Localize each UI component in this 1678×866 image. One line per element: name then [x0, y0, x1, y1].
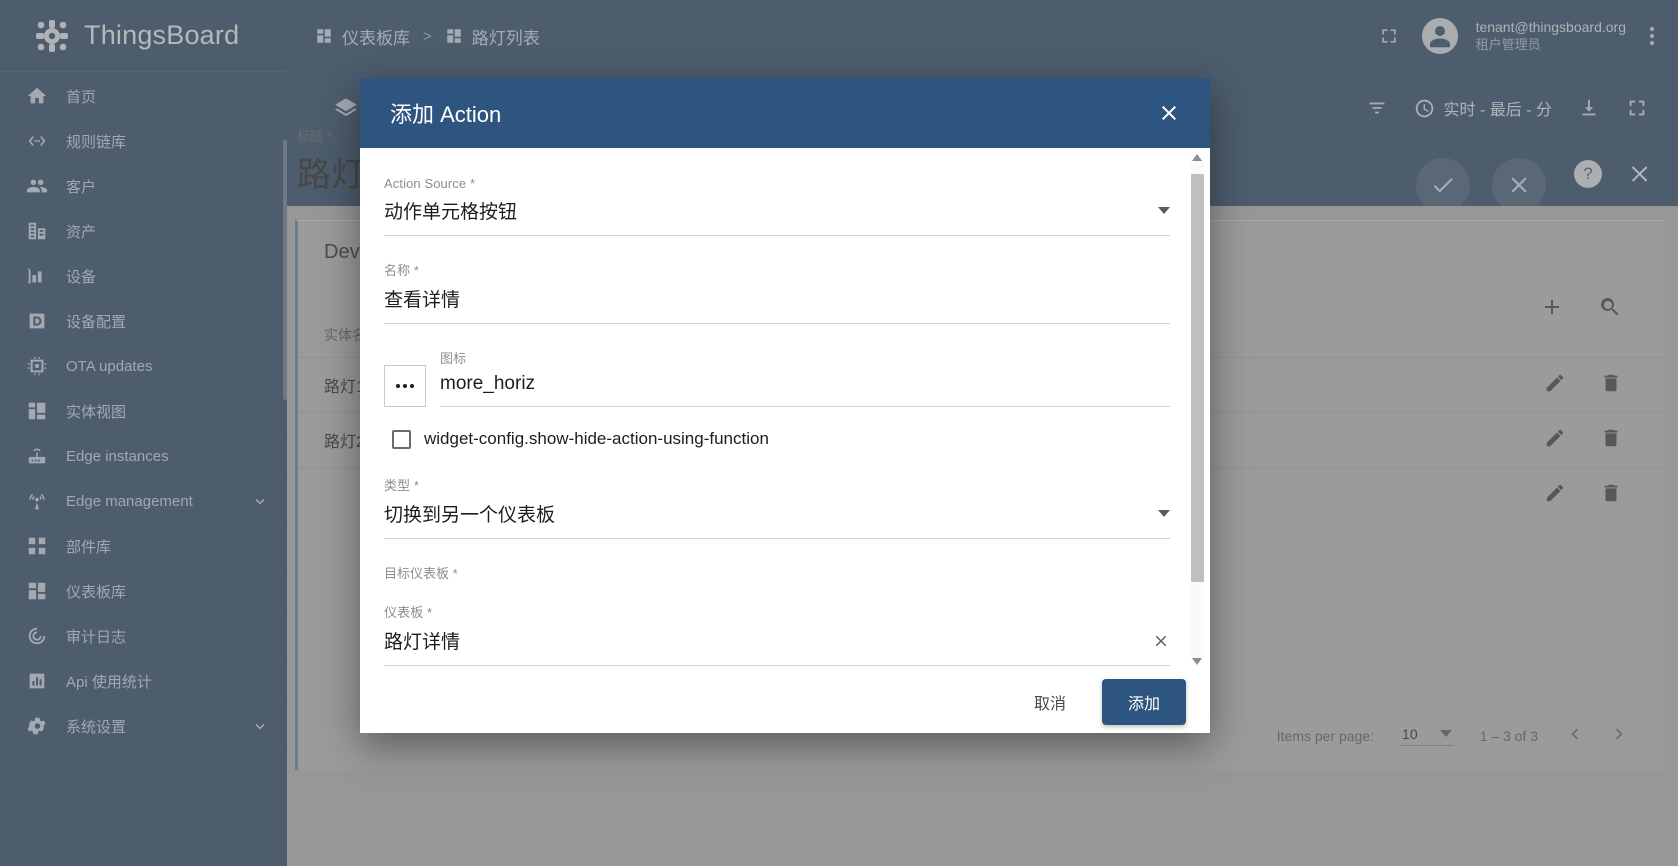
- dashboard-value: 路灯详情: [384, 627, 1152, 654]
- action-source-select[interactable]: 动作单元格按钮: [384, 197, 1170, 236]
- type-value: 切换到另一个仪表板: [384, 500, 1158, 527]
- add-action-dialog: 添加 Action Action Source * 动作单元格按钮 名称 * 查…: [360, 78, 1210, 733]
- icon-value: more_horiz: [440, 373, 1170, 395]
- icon-input[interactable]: more_horiz: [440, 373, 1170, 407]
- show-hide-function-row[interactable]: widget-config.show-hide-action-using-fun…: [392, 429, 1170, 449]
- action-source-value: 动作单元格按钮: [384, 197, 1158, 224]
- show-hide-function-checkbox[interactable]: [392, 430, 411, 449]
- dashboard-field[interactable]: 仪表板 * 路灯详情: [384, 602, 1170, 666]
- icon-field-row: 图标 more_horiz: [384, 348, 1170, 407]
- scroll-down-arrow-icon[interactable]: [1192, 658, 1202, 665]
- type-label: 类型 *: [384, 475, 1170, 494]
- cancel-button[interactable]: 取消: [1016, 680, 1084, 724]
- more-horiz-dots: [396, 384, 414, 388]
- name-field[interactable]: 名称 * 查看详情: [384, 260, 1170, 324]
- show-hide-function-label: widget-config.show-hide-action-using-fun…: [424, 429, 769, 449]
- dialog-header: 添加 Action: [360, 78, 1210, 148]
- add-button[interactable]: 添加: [1102, 679, 1186, 725]
- name-value: 查看详情: [384, 285, 1170, 312]
- dialog-scrollbar-thumb[interactable]: [1191, 174, 1204, 582]
- chevron-down-icon[interactable]: [1158, 510, 1170, 517]
- type-select[interactable]: 切换到另一个仪表板: [384, 500, 1170, 539]
- action-source-label: Action Source *: [384, 176, 1170, 191]
- more-horiz-icon[interactable]: [384, 365, 426, 407]
- action-source-field[interactable]: Action Source * 动作单元格按钮: [384, 176, 1170, 236]
- name-input[interactable]: 查看详情: [384, 285, 1170, 324]
- chevron-down-icon[interactable]: [1158, 207, 1170, 214]
- icon-label: 图标: [440, 348, 1170, 367]
- dashboard-autocomplete[interactable]: 路灯详情: [384, 627, 1170, 666]
- name-label: 名称 *: [384, 260, 1170, 279]
- dashboard-label: 仪表板 *: [384, 602, 1170, 621]
- scroll-up-arrow-icon[interactable]: [1192, 154, 1202, 161]
- close-icon[interactable]: [1152, 632, 1170, 650]
- dialog-title: 添加 Action: [390, 97, 501, 129]
- type-field[interactable]: 类型 * 切换到另一个仪表板: [384, 475, 1170, 539]
- target-dashboard-group-label: 目标仪表板 *: [384, 563, 1170, 582]
- icon-field[interactable]: 图标 more_horiz: [440, 348, 1170, 407]
- dialog-body: Action Source * 动作单元格按钮 名称 * 查看详情: [360, 148, 1210, 671]
- close-icon[interactable]: [1152, 96, 1186, 130]
- dialog-footer: 取消 添加: [360, 671, 1210, 733]
